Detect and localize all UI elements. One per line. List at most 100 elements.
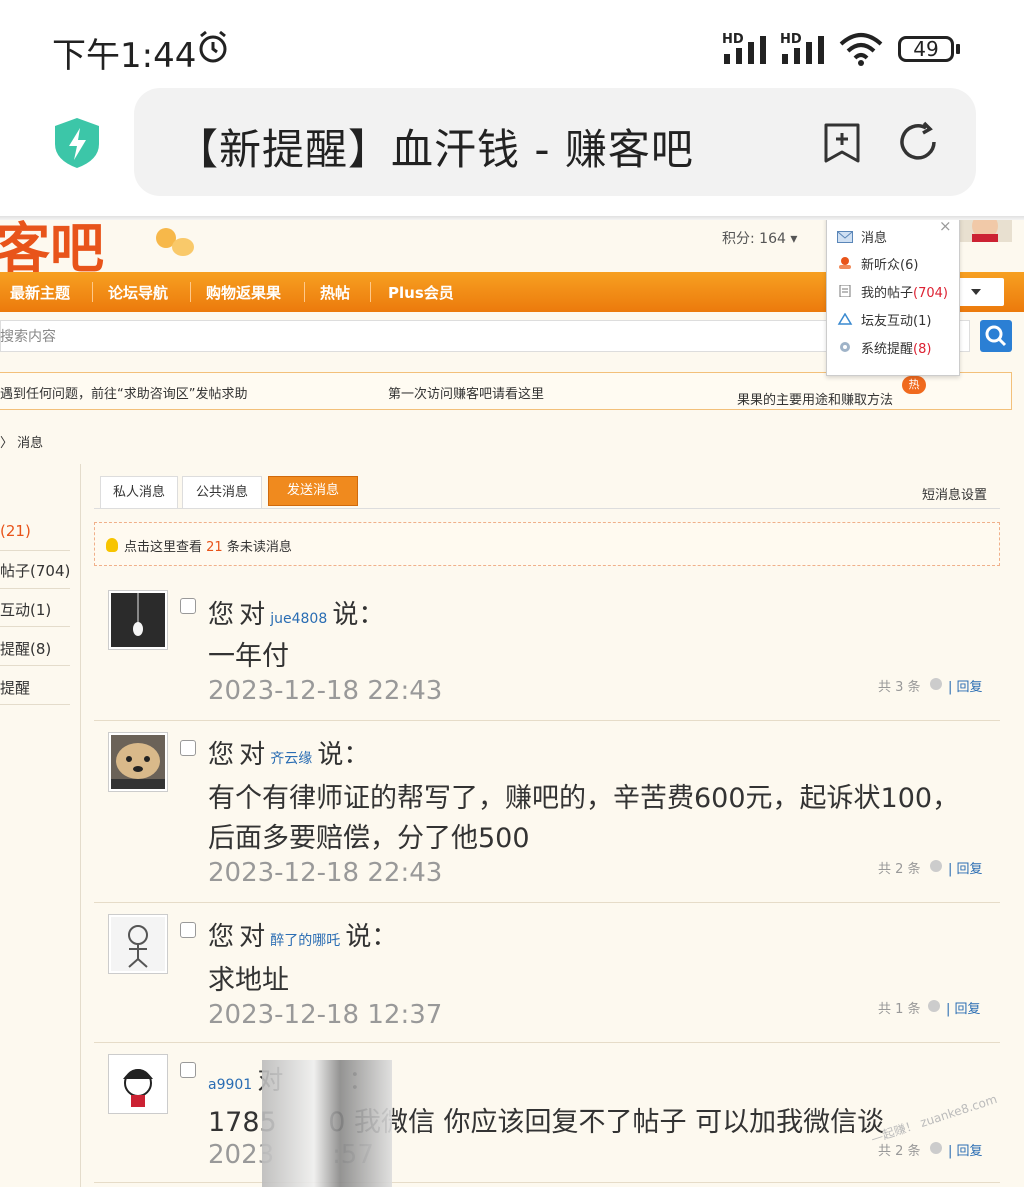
document-icon (839, 285, 851, 297)
avatar[interactable] (108, 590, 168, 650)
said-label: 说： (317, 740, 370, 770)
avatar[interactable] (108, 914, 168, 974)
avatar[interactable] (108, 732, 168, 792)
divider (94, 1042, 1000, 1043)
dropdown-item-posts-count: (704) (913, 286, 948, 301)
nav-latest[interactable]: 最新主题 (10, 282, 70, 303)
to-label: 对 (239, 600, 266, 630)
breadcrumb[interactable]: 〉 消息 (0, 432, 43, 451)
reply-icon (930, 860, 942, 872)
message-settings-link[interactable]: 短消息设置 (922, 484, 987, 503)
message-text[interactable]: 有个有律师证的帮写了，赚吧的，辛苦费600元，起诉状100， (208, 776, 959, 815)
nav-divider (304, 282, 305, 302)
notice-help[interactable]: 遇到任何问题，前往“求助咨询区”发帖求助 (0, 383, 247, 402)
message-checkbox[interactable] (180, 922, 196, 938)
clock: 下午1:44 (52, 36, 197, 76)
reply-link[interactable]: | 回复 (948, 858, 983, 877)
reload-icon[interactable] (896, 120, 940, 164)
nav-divider (190, 282, 191, 302)
send-message-button[interactable]: 发送消息 (268, 476, 358, 506)
wifi-icon (839, 33, 883, 66)
reply-icon (930, 678, 942, 690)
bookmark-add-icon[interactable] (822, 122, 862, 164)
gear-icon (840, 342, 850, 352)
search-button[interactable] (980, 320, 1012, 352)
points-display[interactable]: 积分: 164 ▾ (722, 228, 797, 248)
reply-label[interactable]: 回复 (957, 862, 983, 877)
message-checkbox[interactable] (180, 1062, 196, 1078)
divider (94, 720, 1000, 721)
reply-label[interactable]: 回复 (957, 680, 983, 695)
dropdown-item-messages[interactable]: 消息 (861, 227, 887, 246)
to-label: 对 (239, 922, 266, 952)
nav-forum-guide[interactable]: 论坛导航 (108, 282, 168, 303)
said-label: 说： (345, 922, 398, 952)
message-text[interactable]: 求地址 (208, 958, 289, 997)
sidebar-item-posts[interactable]: 帖子(704) (0, 560, 70, 581)
dropdown-item-alerts-label: 系统提醒 (861, 342, 914, 357)
message-checkbox[interactable] (180, 598, 196, 614)
divider (0, 626, 70, 627)
interaction-icon (837, 313, 853, 325)
avatar[interactable] (108, 1054, 168, 1114)
username-link[interactable]: a9901 (208, 1077, 252, 1093)
reply-link[interactable]: | 回复 (948, 676, 983, 695)
message-count: 共 3 条 (878, 680, 921, 695)
message-text[interactable]: 一年付 (208, 634, 289, 673)
sidebar-item-messages[interactable]: (21) (0, 522, 31, 540)
message-text[interactable]: 后面多要赔偿，分了他500 (208, 816, 530, 855)
shield-icon[interactable] (52, 116, 102, 170)
coin-icon (172, 238, 194, 256)
reply-link[interactable]: | 回复 (948, 1140, 983, 1159)
close-icon[interactable]: × (939, 220, 952, 235)
signal-icon (724, 36, 766, 64)
divider (0, 588, 70, 589)
sidebar-item-alerts[interactable]: 提醒 (0, 677, 30, 698)
unread-text[interactable]: 点击这里查看 21 条未读消息 (124, 536, 292, 555)
message-date: 2023-12-18 12:37 (208, 1000, 443, 1030)
username-link[interactable]: 齐云缘 (270, 751, 312, 767)
dropdown-item-listeners[interactable]: 新听众(6) (861, 254, 918, 273)
signal-icon (782, 36, 824, 64)
nav-divider (370, 282, 371, 302)
battery-icon: 49 (898, 36, 954, 62)
user-avatar[interactable] (958, 220, 1012, 242)
search-icon (985, 325, 1007, 347)
dropdown-item-posts-label: 我的帖子 (861, 286, 914, 301)
nav-divider (92, 282, 93, 302)
divider (0, 550, 70, 551)
notification-dropdown: × 消息 新听众(6) 我的帖子(704) 坛友互动(1) 系统提醒(8) (826, 220, 960, 376)
username-link[interactable]: 醉了的哪吒 (270, 933, 340, 949)
divider (94, 508, 1000, 509)
watermark: —起赚！ zuanke8.com (869, 1091, 999, 1146)
username-link[interactable]: jue4808 (270, 611, 327, 627)
unread-post: 条未读消息 (226, 540, 292, 555)
notice-first-visit[interactable]: 第一次访问赚客吧请看这里 (388, 383, 544, 402)
dropdown-item-interactions[interactable]: 坛友互动(1) (861, 310, 931, 329)
reply-label[interactable]: 回复 (955, 1002, 981, 1017)
sidebar-item-interactions[interactable]: 互动(1) (0, 599, 51, 620)
message-checkbox[interactable] (180, 740, 196, 756)
tab-public-messages[interactable]: 公共消息 (182, 476, 262, 508)
reply-link[interactable]: | 回复 (946, 998, 981, 1017)
sidebar-item-system-alerts[interactable]: 提醒(8) (0, 638, 51, 659)
reply-label[interactable]: 回复 (957, 1144, 983, 1159)
search-input[interactable] (0, 320, 970, 352)
page-title[interactable]: 【新提醒】血汗钱 - 赚客吧 (176, 116, 694, 177)
redaction-blur (262, 1060, 392, 1187)
dropdown-item-system-alerts[interactable]: 系统提醒(8) (861, 338, 931, 357)
tab-private-messages[interactable]: 私人消息 (100, 476, 178, 508)
notice-coins[interactable]: 果果的主要用途和赚取方法 (737, 389, 893, 408)
message-header: 您 对 齐云缘 说： (208, 734, 369, 771)
listener-icon (839, 257, 851, 269)
you-label: 您 (208, 922, 235, 952)
battery-tip (956, 44, 960, 54)
hot-badge: 热 (902, 376, 926, 394)
nav-shopping[interactable]: 购物返果果 (206, 282, 281, 303)
nav-hot[interactable]: 热帖 (320, 282, 350, 303)
chevron-down-icon (971, 289, 981, 295)
nav-plus[interactable]: Plus会员 (388, 282, 454, 303)
lightbulb-icon (106, 538, 118, 552)
web-page: 客吧 积分: 164 ▾ 最新主题 论坛导航 购物返果果 热帖 Plus会员 搜… (0, 220, 1024, 1187)
dropdown-item-posts[interactable]: 我的帖子(704) (861, 282, 948, 301)
